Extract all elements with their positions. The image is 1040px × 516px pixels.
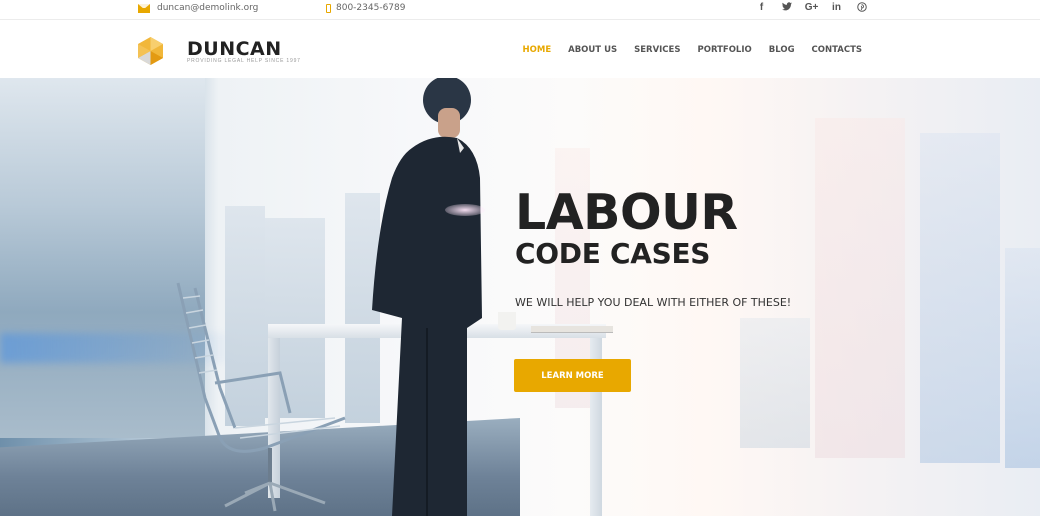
logo-icon[interactable] [138, 37, 163, 65]
nav-blog[interactable]: BLOG [769, 45, 795, 55]
skyline-building [1005, 248, 1040, 468]
top-bar: duncan@demolink.org 800-2345-6789 f G+ i… [0, 0, 1040, 20]
nav-portfolio[interactable]: PORTFOLIO [697, 45, 751, 55]
learn-more-button[interactable]: LEARN MORE [514, 359, 631, 392]
skyline-building [815, 118, 905, 458]
nav-contacts[interactable]: CONTACTS [812, 45, 862, 55]
skyline-building [740, 318, 810, 448]
phone-contact[interactable]: 800-2345-6789 [326, 3, 405, 13]
office-chair [176, 282, 346, 512]
google-plus-icon[interactable]: G+ [799, 2, 824, 15]
pinterest-icon[interactable] [849, 2, 874, 15]
phone-number[interactable]: 800-2345-6789 [336, 3, 405, 13]
email-contact[interactable]: duncan@demolink.org [138, 3, 258, 13]
main-nav: HOME ABOUT US SERVICES PORTFOLIO BLOG CO… [506, 45, 862, 55]
lens-flare [445, 204, 485, 216]
businessman-figure [372, 78, 482, 516]
hero-tagline: WE WILL HELP YOU DEAL WITH EITHER OF THE… [515, 296, 792, 309]
hero-slider: LABOUR CODE CASES WE WILL HELP YOU DEAL … [0, 78, 1040, 516]
hero-subtitle: CODE CASES [515, 237, 711, 270]
social-links: f G+ in [749, 2, 874, 15]
nav-about-us[interactable]: ABOUT US [568, 45, 617, 55]
hero-title: LABOUR [515, 184, 738, 241]
site-header: DUNCAN Providing legal help since 1997 H… [0, 20, 1040, 78]
coffee-mug [498, 312, 516, 330]
brand-tagline: Providing legal help since 1997 [187, 58, 301, 64]
mail-icon [138, 3, 150, 13]
email-address[interactable]: duncan@demolink.org [157, 3, 258, 13]
skyline-building [920, 133, 1000, 463]
phone-icon [326, 3, 331, 13]
desk-books [531, 326, 613, 333]
nav-home[interactable]: HOME [523, 45, 552, 55]
brand-name[interactable]: DUNCAN [187, 38, 282, 60]
nav-services[interactable]: SERVICES [634, 45, 680, 55]
linkedin-icon[interactable]: in [824, 2, 849, 15]
twitter-icon[interactable] [774, 2, 799, 15]
facebook-icon[interactable]: f [749, 2, 774, 15]
